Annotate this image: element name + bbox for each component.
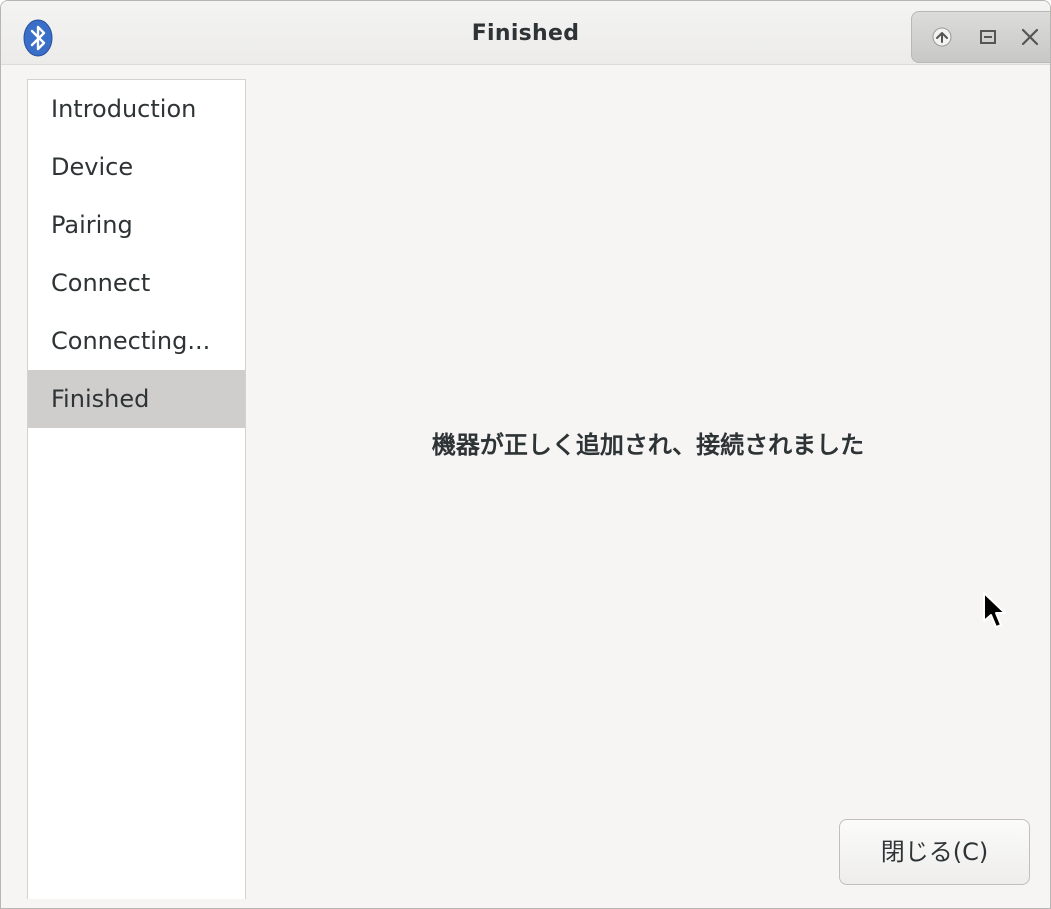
- close-button[interactable]: 閉じる(C): [839, 819, 1030, 885]
- sidebar-item-pairing[interactable]: Pairing: [28, 196, 245, 254]
- sidebar-item-finished[interactable]: Finished: [28, 370, 245, 428]
- maximize-icon[interactable]: [976, 25, 1000, 49]
- status-message: 機器が正しく追加され、接続されました: [431, 431, 865, 459]
- sidebar: Introduction Device Pairing Connect Conn…: [27, 79, 246, 899]
- sidebar-item-connecting[interactable]: Connecting...: [28, 312, 245, 370]
- assistant-window: Finished Introduction Device Pairing Con…: [0, 0, 1051, 909]
- sidebar-item-connect[interactable]: Connect: [28, 254, 245, 312]
- window-title: Finished: [471, 21, 580, 46]
- sidebar-item-device[interactable]: Device: [28, 138, 245, 196]
- shade-icon[interactable]: [930, 25, 954, 49]
- title-bar[interactable]: Finished: [1, 1, 1050, 65]
- sidebar-item-introduction[interactable]: Introduction: [28, 80, 245, 138]
- mouse-cursor-icon: [983, 592, 1006, 628]
- window-controls: [911, 11, 1050, 63]
- close-icon[interactable]: [1018, 25, 1042, 49]
